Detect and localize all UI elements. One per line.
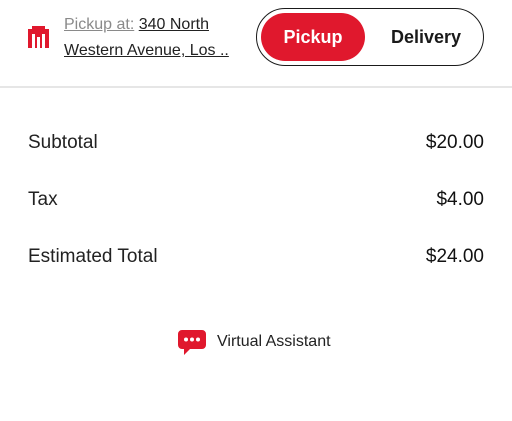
delivery-mode-button[interactable]: Delivery bbox=[373, 13, 479, 61]
tax-row: Tax $4.00 bbox=[28, 185, 484, 215]
pickup-mode-button[interactable]: Pickup bbox=[261, 13, 365, 61]
fulfillment-mode-toggle: Pickup Delivery bbox=[256, 8, 484, 66]
estimated-total-value: $24.00 bbox=[425, 246, 484, 267]
virtual-assistant-label: Virtual Assistant bbox=[217, 333, 331, 350]
header-divider bbox=[0, 86, 512, 88]
estimated-total-label: Estimated Total bbox=[28, 246, 158, 267]
pickup-prefix: Pickup at: bbox=[64, 16, 135, 33]
chat-bubble-icon bbox=[178, 330, 206, 355]
virtual-assistant-button[interactable]: Virtual Assistant bbox=[177, 326, 331, 358]
order-summary-page: Pickup at: 340 North Western Avenue, Los… bbox=[0, 0, 512, 421]
tax-label: Tax bbox=[28, 189, 58, 210]
brand-logo-icon bbox=[28, 26, 49, 48]
estimated-total-row: Estimated Total $24.00 bbox=[28, 242, 484, 272]
pickup-location-link[interactable]: Pickup at: 340 North Western Avenue, Los… bbox=[64, 12, 249, 64]
subtotal-value: $20.00 bbox=[425, 132, 484, 153]
tax-value: $4.00 bbox=[436, 189, 484, 210]
subtotal-label: Subtotal bbox=[28, 132, 98, 153]
subtotal-row: Subtotal $20.00 bbox=[28, 128, 484, 158]
pickup-header: Pickup at: 340 North Western Avenue, Los… bbox=[0, 0, 512, 80]
